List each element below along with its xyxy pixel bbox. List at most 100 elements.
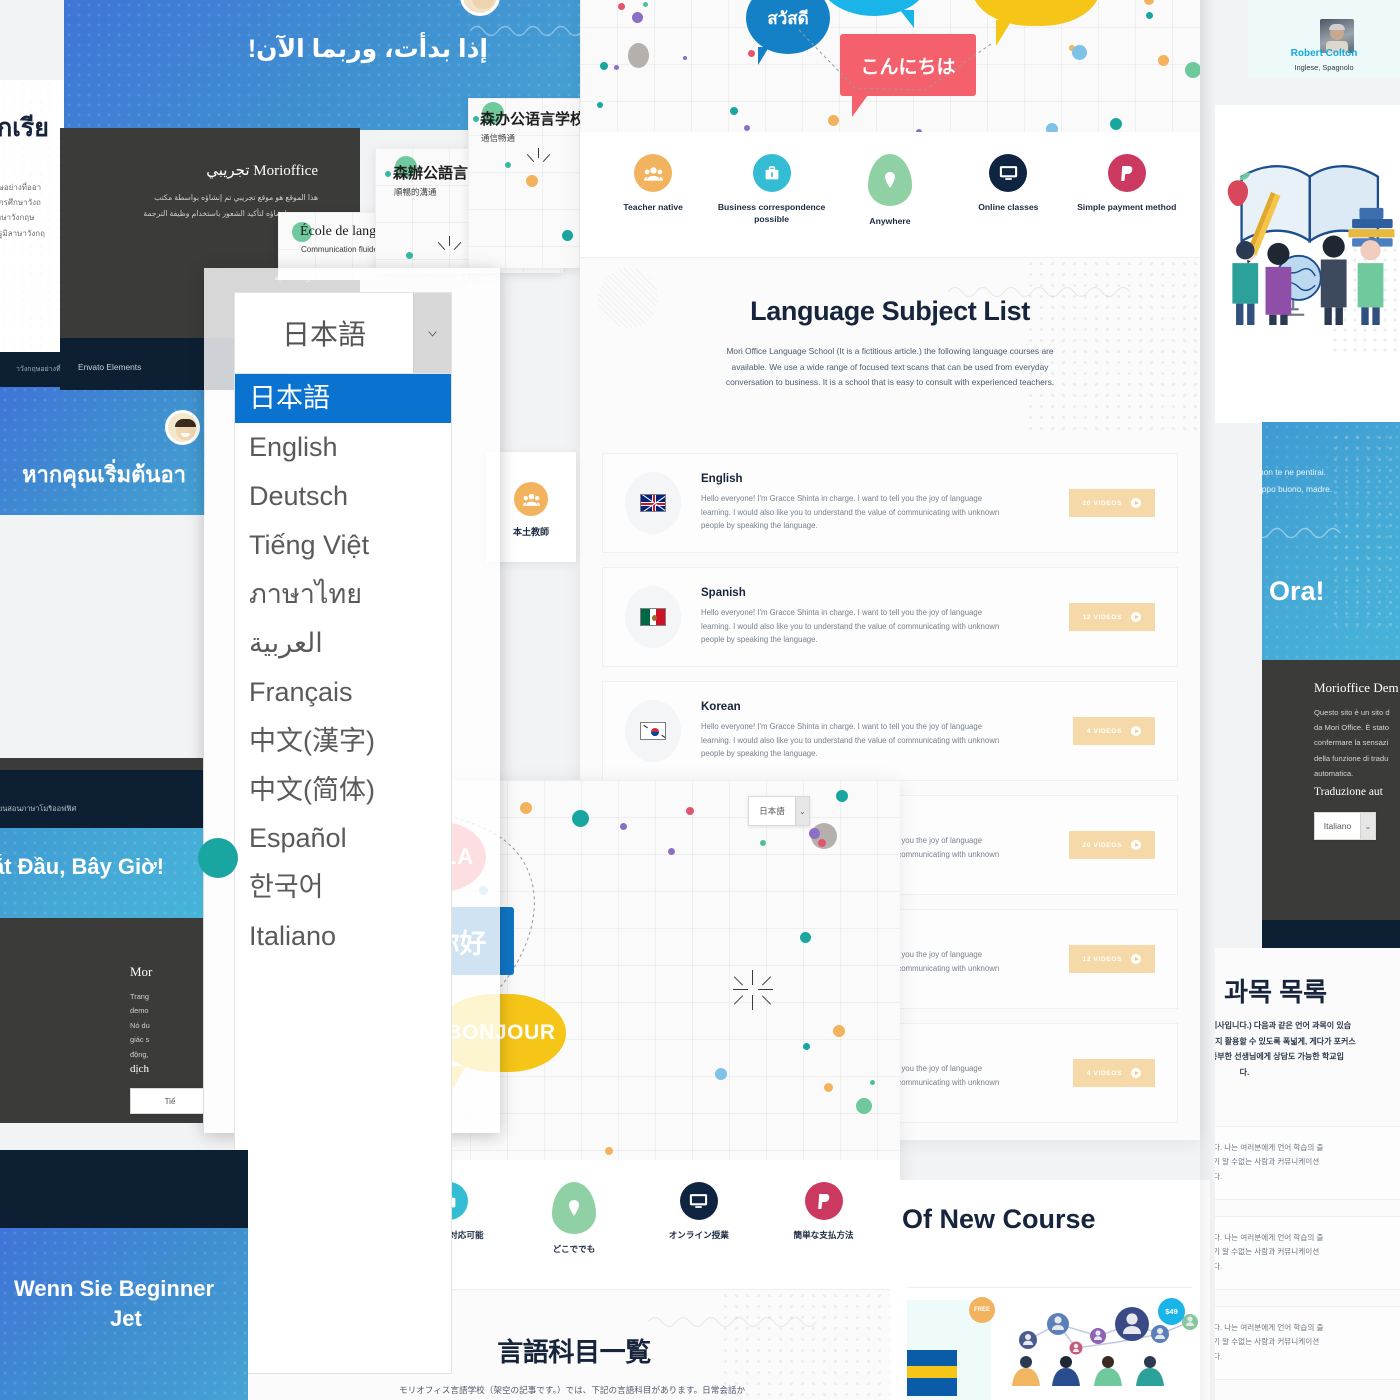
hero-it-sub2: troppo buono, madre. [1262, 484, 1333, 494]
list-item[interactable]: ㅓ다. 나는 여러분에게 언어 학습의 즐 아기 알 수없는 사람과 커뮤니케이… [1215, 1126, 1400, 1200]
ko-card-line: 아기 알 수없는 사람과 커뮤니케이션 [1215, 1157, 1320, 1167]
it-brand: Morioffice Dem [1314, 680, 1399, 695]
select-option-en[interactable]: English [235, 423, 451, 472]
feature-simple-payment[interactable]: Simple payment method [1072, 154, 1182, 214]
select-option-fr[interactable]: Français [235, 668, 451, 717]
list-item[interactable]: Spanish Hello everyone! I'm Gracce Shint… [602, 567, 1178, 667]
hero-arabic-title: إذا بدأت، وربما الآن! [247, 35, 488, 63]
videos-button[interactable]: 20 VIDEOS [1068, 489, 1155, 517]
list-item[interactable]: Korean Hello everyone! I'm Gracce Shinta… [602, 681, 1178, 781]
pin-icon [551, 1182, 596, 1234]
feature-payment-ja[interactable]: 簡単な支払方法 [769, 1182, 879, 1242]
chevron-down-icon[interactable]: ⌄ [1360, 813, 1375, 839]
group-icon [634, 154, 673, 192]
thai-footer-label: ยนสอนภาษาโมริออฟฟิศ [0, 804, 77, 813]
it-line: automatica. [1314, 768, 1354, 778]
ko-card-line: ㅣ다. [1215, 1171, 1223, 1181]
hero-italian: e non te ne pentirai. troppo buono, madr… [1262, 422, 1400, 670]
play-icon [1131, 1068, 1141, 1078]
videos-button[interactable]: 4 VIDEOS [1072, 717, 1155, 745]
it-language-select[interactable]: Italiano ⌄ [1314, 812, 1376, 840]
play-icon [1131, 840, 1141, 850]
feature-label: Teacher native [623, 202, 683, 212]
chevron-down-icon[interactable]: ⌄ [795, 797, 809, 825]
list-item-text: Hello everyone! I'm Gracce Shinta in cha… [701, 608, 1000, 645]
language-select-mini[interactable]: 日本語 ⌄ [748, 796, 810, 826]
select-option-vi[interactable]: Tiếng Việt [235, 521, 451, 570]
vi-language-select[interactable]: Tiế [130, 1088, 203, 1114]
ko-card-line: ㅣ다. [1215, 1261, 1223, 1271]
select-options-list[interactable]: 日本語 English Deutsch Tiếng Việt ภาษาไทย ا… [234, 374, 452, 1374]
select-option-de[interactable]: Deutsch [235, 472, 451, 521]
play-icon [1131, 612, 1141, 622]
ko-desc-line: 상의 기사입니다.) 다음과 같은 언어 과목이 있습 [1215, 1021, 1352, 1030]
list-item-title: Spanish [701, 587, 746, 600]
screenshot-canvas: นักเรีย าวังกฤษอย่างที่ออา วไปยากรศึกษาว… [0, 0, 1400, 1400]
vi-line: giác s [130, 1035, 150, 1045]
ko-card-line: ㅣ다. [1215, 1351, 1223, 1361]
list-item[interactable]: ㅓ다. 나는 여러분에게 언어 학습의 즐 아기 알 수없는 사람과 커뮤니케이… [1215, 1216, 1400, 1290]
videos-button[interactable]: 20 VIDEOS [1068, 831, 1155, 859]
sparkle-icon [437, 236, 463, 262]
bubble-art-header: สวัสดี こんにちは BONJOUR [580, 0, 1200, 132]
select-option-zh-cn[interactable]: 中文(简体) [235, 766, 451, 815]
videos-button[interactable]: 12 VIDEOS [1068, 945, 1155, 973]
feature-online-classes[interactable]: Online classes [953, 154, 1063, 214]
select-option-it[interactable]: Italiano [235, 912, 451, 961]
vi-brand: Mor [130, 964, 153, 979]
sparkle-icon [526, 148, 552, 174]
page-description: モリオフィス言語学校（架空の記事です。）では、下記の言語科目があります。日常会話… [399, 1385, 746, 1395]
ko-card-line: ㅓ다. 나는 여러분에게 언어 학습의 즐 [1215, 1233, 1324, 1242]
vietnamese-navy-bar: ยนสอนภาษาโมริออฟฟิศ [0, 770, 203, 830]
vi-line: demo [130, 1006, 149, 1016]
list-item[interactable]: English Hello everyone! I'm Gracce Shint… [602, 453, 1178, 553]
hero-thai: หากคุณเริ่มต้นอา [0, 385, 205, 515]
list-item-title: Korean [701, 701, 741, 714]
videos-count-label: 4 VIDEOS [1086, 1069, 1122, 1077]
select-option-zh-tw[interactable]: 中文(漢字) [235, 717, 451, 766]
feature-online-ja[interactable]: オンライン授業 [644, 1182, 754, 1242]
feature-label: Online classes [978, 202, 1039, 212]
hero-it-sub1: e non te ne pentirai. [1262, 467, 1327, 477]
select-option-ko[interactable]: 한국어 [235, 863, 451, 912]
hero-vietnamese: ắt Đầu, Bây Giờ! [0, 828, 203, 918]
videos-button[interactable]: 12 VIDEOS [1068, 603, 1155, 631]
play-icon [1131, 498, 1141, 508]
ko-card-line: 아기 알 수없는 사람과 커뮤니케이션 [1215, 1337, 1320, 1347]
speech-bubble: BONJOUR [972, 0, 1100, 26]
sparkle-icon [733, 970, 773, 1010]
page-title: ㅓ 과목 목록 [1215, 977, 1328, 1007]
hero-it-title: mente Ora! [1262, 576, 1325, 606]
teacher-name[interactable]: Robert Colton [1248, 48, 1400, 59]
feature-label: 簡単な支払方法 [793, 1230, 854, 1240]
pin-icon [867, 154, 912, 206]
select-control[interactable]: 日本語 [234, 292, 452, 374]
select-option-es[interactable]: Español [235, 814, 451, 863]
select-option-th[interactable]: ภาษาไทย [235, 570, 451, 619]
new-course-page: Of New Course FREE $49 [890, 1180, 1210, 1400]
teacher-card[interactable]: Robert Colton Inglese, Spagnolo [1248, 0, 1400, 78]
arabic-brand: Morioffice تجريبي [206, 163, 318, 179]
videos-count-label: 12 VIDEOS [1082, 955, 1122, 963]
play-icon [1131, 954, 1141, 964]
vi-select-label: dịch [130, 1063, 149, 1075]
zh-cn-subtitle: 通信畅通 [481, 133, 516, 143]
feature-business-correspondence[interactable]: Business correspondence possible [717, 154, 827, 225]
videos-button[interactable]: 4 VIDEOS [1072, 1059, 1155, 1087]
flag-uk [625, 472, 681, 534]
it-line: da Mori Office. È stato [1314, 723, 1389, 733]
list-item[interactable]: ㅓ다. 나는 여러분에게 언어 학습의 즐 아기 알 수없는 사람과 커뮤니케이… [1215, 1306, 1400, 1380]
select-option-ar[interactable]: العربية [235, 619, 451, 668]
hero-de-line1: Wenn Sie Beginner [14, 1276, 215, 1301]
feature-anywhere-ja[interactable]: どこででも [519, 1182, 629, 1256]
language-select-open[interactable]: 日本語 日本語 English Deutsch Tiếng Việt ภาษาไ… [204, 268, 500, 1374]
hero-thai-title: หากคุณเริ่มต้นอา [22, 462, 187, 487]
ko-desc-line: 다. [1239, 1067, 1250, 1077]
feature-teacher-native[interactable]: Teacher native [598, 154, 708, 214]
monitor-icon [679, 1182, 718, 1220]
chevron-down-icon[interactable] [413, 293, 451, 373]
feature-anywhere[interactable]: Anywhere [835, 154, 945, 228]
badge-price: $49 [1158, 1298, 1185, 1325]
teacher-languages: Inglese, Spagnolo [1294, 63, 1354, 72]
select-option-ja[interactable]: 日本語 [235, 374, 451, 423]
